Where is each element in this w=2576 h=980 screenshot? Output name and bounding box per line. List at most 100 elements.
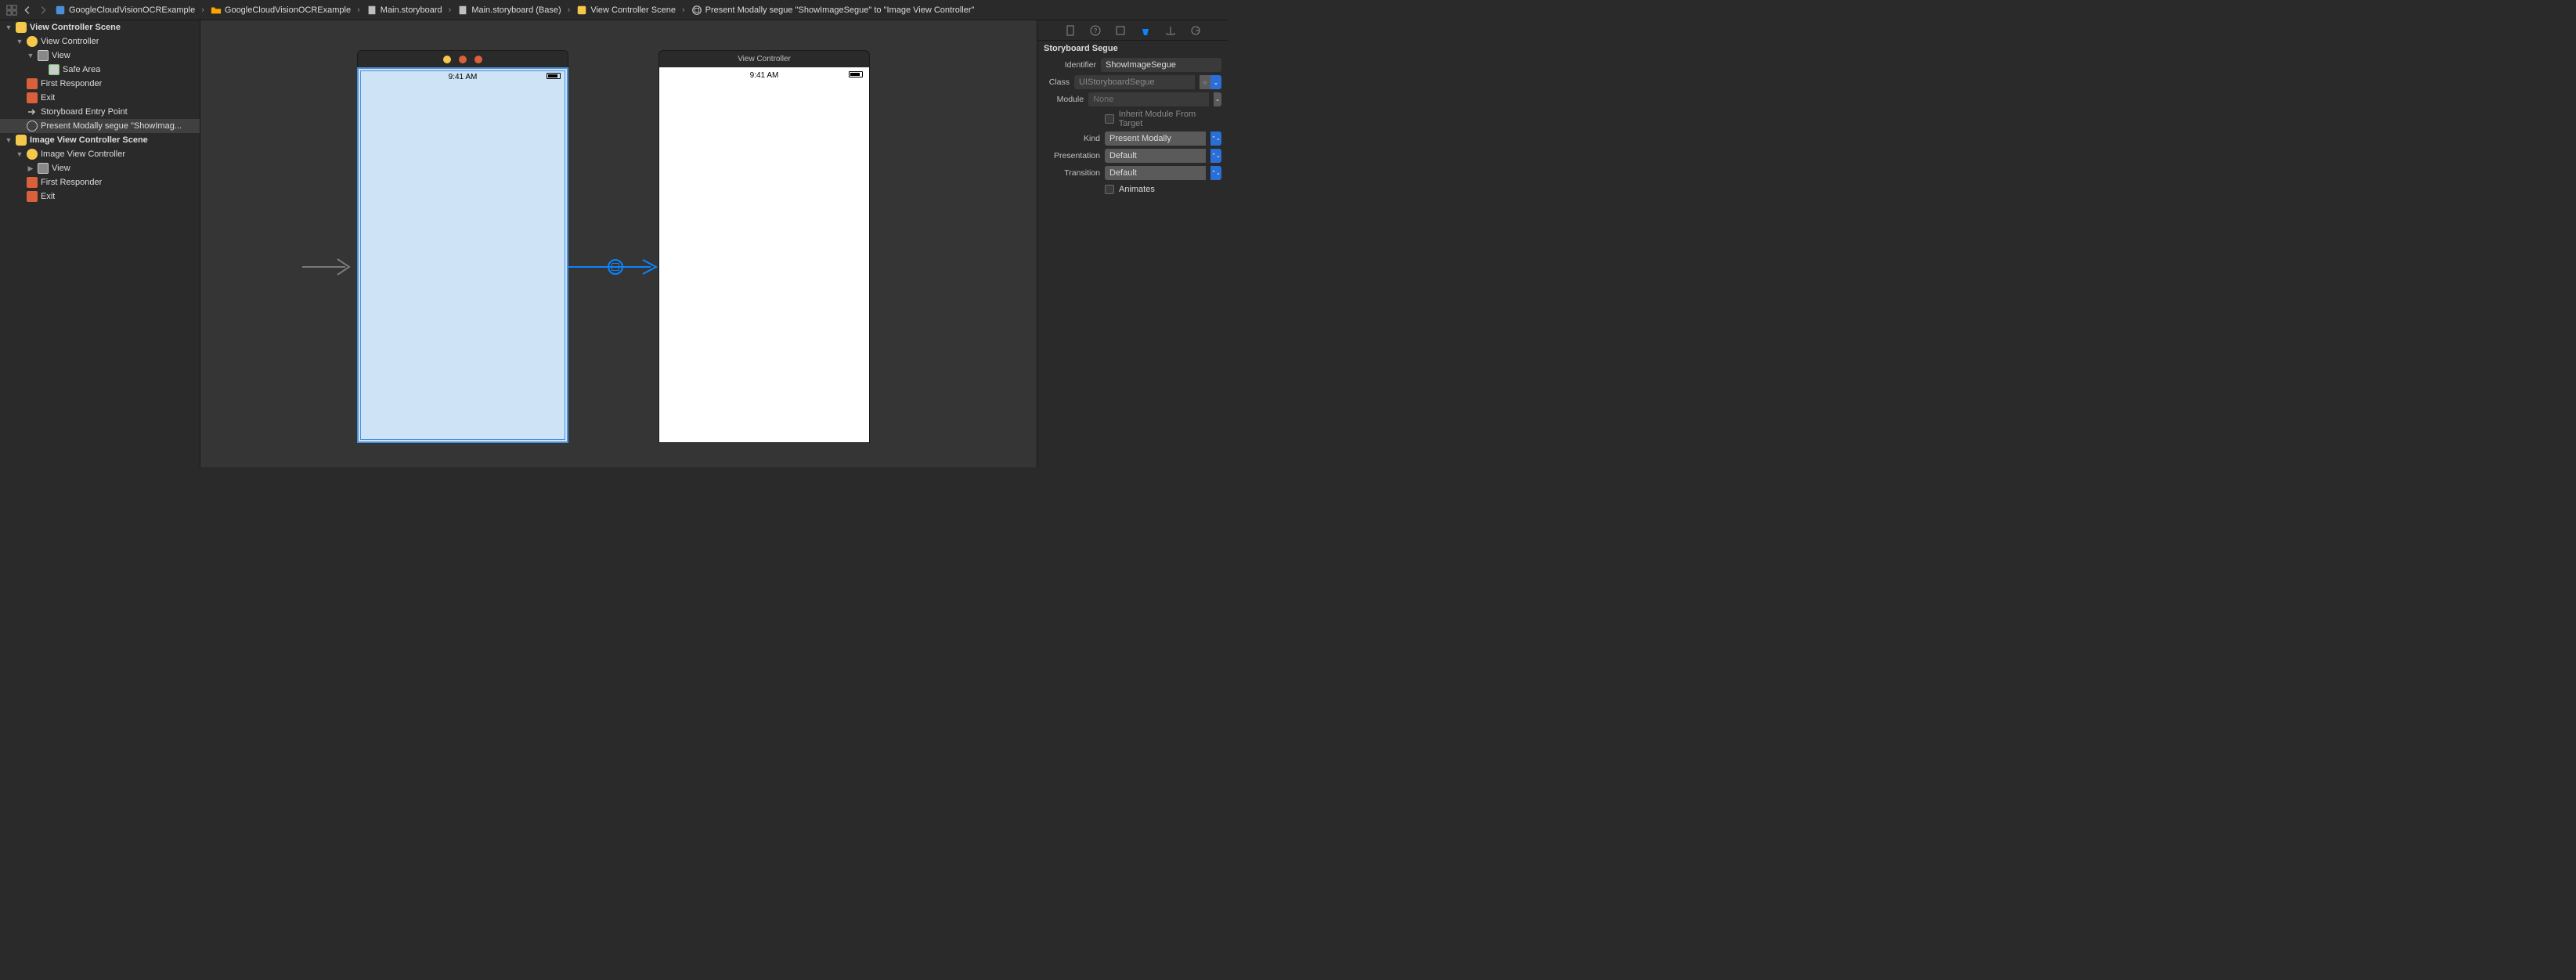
- view-controller-scene-canvas[interactable]: 9:41 AM: [357, 50, 568, 443]
- view[interactable]: 9:41 AM: [357, 67, 568, 443]
- class-dropdown[interactable]: ○⌄: [1200, 75, 1221, 89]
- inspector-panel: ? Storyboard Segue Identifier Class ○⌄ M…: [1037, 20, 1228, 467]
- view-row[interactable]: ▶ View: [0, 161, 200, 175]
- view-controller-row[interactable]: ▼ View Controller: [0, 34, 200, 49]
- scene-dock[interactable]: [357, 50, 568, 67]
- connections-inspector-tab[interactable]: [1188, 23, 1203, 38]
- image-view-controller-scene-canvas[interactable]: View Controller 9:41 AM: [658, 50, 870, 443]
- item-label: First Responder: [41, 79, 102, 88]
- breadcrumb-bar: GoogleCloudVisionOCRExample › GoogleClou…: [0, 0, 1228, 20]
- chevron-updown-icon: ⌃⌄: [1210, 149, 1221, 163]
- crumb-folder[interactable]: GoogleCloudVisionOCRExample: [207, 3, 354, 17]
- item-label: View: [52, 51, 70, 60]
- disclosure-triangle-icon[interactable]: ▼: [16, 150, 23, 158]
- view-icon: [38, 50, 49, 61]
- crumb-storyboard-base[interactable]: Main.storyboard (Base): [454, 3, 564, 17]
- presentation-select[interactable]: Default: [1105, 149, 1206, 163]
- exit-icon: [27, 92, 38, 103]
- item-label: Exit: [41, 93, 55, 103]
- disclosure-triangle-icon[interactable]: ▼: [5, 136, 13, 144]
- item-label: Present Modally segue "ShowImag...: [41, 121, 182, 131]
- view-row[interactable]: ▼ View: [0, 49, 200, 63]
- view-controller-icon: [27, 149, 38, 160]
- kind-select[interactable]: Present Modally: [1105, 132, 1206, 146]
- transition-select[interactable]: Default: [1105, 166, 1206, 180]
- scene-dock[interactable]: View Controller: [658, 50, 870, 67]
- view-controller-icon[interactable]: [443, 56, 451, 63]
- first-responder-row[interactable]: ▼ First Responder: [0, 175, 200, 189]
- inspector-tabs: ?: [1037, 20, 1228, 41]
- related-items-icon[interactable]: [5, 3, 19, 17]
- segue-row[interactable]: ▼ Present Modally segue "ShowImag...: [0, 119, 200, 133]
- presentation-label: Presentation: [1044, 151, 1100, 160]
- disclosure-triangle-icon[interactable]: ▶: [27, 164, 34, 172]
- animates-label: Animates: [1119, 185, 1155, 194]
- crumb-label: Main.storyboard (Base): [471, 5, 561, 15]
- view[interactable]: 9:41 AM: [658, 67, 870, 443]
- disclosure-triangle-icon[interactable]: ▼: [16, 38, 23, 45]
- view-controller-row[interactable]: ▼ Image View Controller: [0, 147, 200, 161]
- segue-badge-icon[interactable]: [608, 259, 623, 275]
- scene-row[interactable]: ▼ View Controller Scene: [0, 20, 200, 34]
- svg-text:?: ?: [1093, 27, 1097, 34]
- scene-title: View Controller: [738, 55, 791, 63]
- first-responder-icon[interactable]: [459, 56, 467, 63]
- module-label: Module: [1044, 95, 1084, 104]
- chevron-right-icon: ›: [682, 5, 685, 15]
- crumb-label: Present Modally segue "ShowImageSegue" t…: [705, 5, 975, 15]
- entry-point-row[interactable]: ▼ Storyboard Entry Point: [0, 105, 200, 119]
- crumb-scene[interactable]: View Controller Scene: [573, 3, 679, 17]
- first-responder-row[interactable]: ▼ First Responder: [0, 77, 200, 91]
- class-field[interactable]: [1074, 75, 1195, 89]
- size-inspector-tab[interactable]: [1163, 23, 1178, 38]
- inherit-module-label: Inherit Module From Target: [1119, 110, 1221, 128]
- scene-label: Image View Controller Scene: [30, 135, 148, 145]
- crumb-label: View Controller Scene: [590, 5, 676, 15]
- class-label: Class: [1044, 77, 1070, 87]
- document-outline[interactable]: ▼ View Controller Scene ▼ View Controlle…: [0, 20, 200, 467]
- disclosure-triangle-icon[interactable]: ▼: [5, 23, 13, 31]
- disclosure-triangle-icon[interactable]: ▼: [27, 52, 34, 59]
- scene-row[interactable]: ▼ Image View Controller Scene: [0, 133, 200, 147]
- file-inspector-tab[interactable]: [1063, 23, 1078, 38]
- first-responder-icon: [27, 78, 38, 89]
- module-field[interactable]: [1088, 92, 1209, 106]
- safe-area-row[interactable]: ▼ Safe Area: [0, 63, 200, 77]
- chevron-updown-icon: ⌃⌄: [1210, 166, 1221, 180]
- help-inspector-tab[interactable]: ?: [1088, 23, 1103, 38]
- crumb-segue[interactable]: Present Modally segue "ShowImageSegue" t…: [688, 3, 978, 17]
- storyboard-canvas[interactable]: 9:41 AM View Controller 9:41 AM: [200, 20, 1037, 467]
- module-dropdown[interactable]: ⌄: [1214, 92, 1221, 106]
- scene-icon: [16, 22, 27, 33]
- identity-inspector-tab[interactable]: [1113, 23, 1128, 38]
- back-button[interactable]: [20, 3, 34, 17]
- exit-icon[interactable]: [474, 56, 482, 63]
- chevron-right-icon: ›: [449, 5, 452, 15]
- first-responder-icon: [27, 177, 38, 188]
- segue-icon: [27, 121, 38, 132]
- transition-label: Transition: [1044, 168, 1100, 178]
- item-label: Image View Controller: [41, 150, 125, 159]
- scene-label: View Controller Scene: [30, 23, 121, 32]
- crumb-project[interactable]: GoogleCloudVisionOCRExample: [52, 3, 198, 17]
- safe-area-icon: [49, 64, 60, 75]
- crumb-label: GoogleCloudVisionOCRExample: [69, 5, 195, 15]
- attributes-inspector-tab[interactable]: [1138, 23, 1153, 38]
- entry-point-icon: [27, 106, 38, 117]
- battery-icon: [547, 73, 561, 79]
- chevron-right-icon: ›: [568, 5, 571, 15]
- exit-row[interactable]: ▼ Exit: [0, 91, 200, 105]
- exit-row[interactable]: ▼ Exit: [0, 189, 200, 204]
- crumb-label: GoogleCloudVisionOCRExample: [225, 5, 351, 15]
- item-label: View Controller: [41, 37, 99, 46]
- entry-arrow-icon: [302, 255, 357, 279]
- forward-button[interactable]: [36, 3, 50, 17]
- identifier-label: Identifier: [1044, 60, 1096, 70]
- crumb-label: Main.storyboard: [381, 5, 442, 15]
- chevron-right-icon: ›: [357, 5, 360, 15]
- animates-checkbox[interactable]: [1105, 185, 1114, 194]
- identifier-field[interactable]: [1101, 58, 1221, 72]
- crumb-storyboard[interactable]: Main.storyboard: [363, 3, 446, 17]
- inherit-module-checkbox[interactable]: [1105, 114, 1114, 124]
- scene-icon: [16, 135, 27, 146]
